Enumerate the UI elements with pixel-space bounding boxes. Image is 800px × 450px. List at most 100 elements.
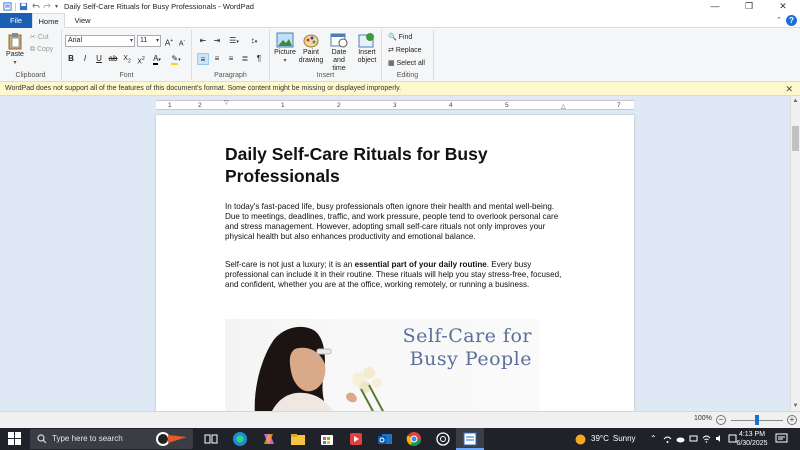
- insert-object-label-1: Insert: [358, 49, 376, 56]
- save-icon[interactable]: [19, 2, 28, 11]
- decrease-indent-button[interactable]: ⇤: [197, 35, 209, 47]
- image-title-line: Busy People: [409, 348, 532, 370]
- select-all-button[interactable]: ▦ Select all: [388, 59, 425, 67]
- system-clock[interactable]: 4:13 PM 6/30/2025: [733, 430, 771, 448]
- document-heading[interactable]: Daily Self-Care Rituals for Busy Profess…: [225, 143, 525, 187]
- superscript-button[interactable]: X2: [135, 53, 147, 65]
- notifications-icon[interactable]: [775, 432, 788, 445]
- document-area[interactable]: Daily Self-Care Rituals for Busy Profess…: [0, 112, 790, 411]
- help-icon[interactable]: ?: [786, 15, 797, 26]
- ruler[interactable]: 1 2 ▽ 1 2 3 4 5 △ 7: [156, 100, 634, 110]
- align-left-button[interactable]: ≡: [197, 53, 209, 65]
- image-title-line: Self-Care for: [402, 325, 532, 347]
- paragraph-settings-button[interactable]: ¶: [253, 53, 265, 65]
- tab-view[interactable]: View: [65, 13, 100, 28]
- minimize-button[interactable]: —: [698, 0, 732, 13]
- font-size-select[interactable]: 11 ▾: [137, 35, 161, 47]
- paste-button[interactable]: Paste ▾: [4, 32, 26, 67]
- font-family-select[interactable]: Arial ▾: [65, 35, 135, 47]
- close-warning-icon[interactable]: ✕: [785, 82, 793, 96]
- scroll-thumb[interactable]: [792, 126, 799, 151]
- task-view-icon[interactable]: [203, 431, 219, 447]
- wordpad-taskbar-icon: [463, 432, 477, 446]
- redo-icon[interactable]: [43, 2, 52, 11]
- shrink-font-button[interactable]: A-: [176, 35, 188, 47]
- strikethrough-button[interactable]: ab: [107, 53, 119, 65]
- paint-drawing-button[interactable]: Paint drawing: [298, 32, 324, 65]
- volume-icon[interactable]: [715, 433, 724, 444]
- font-size-dropdown-icon: ▾: [155, 38, 159, 44]
- subscript-button[interactable]: X2: [121, 53, 133, 65]
- chrome-icon[interactable]: [406, 431, 422, 447]
- outlook-icon[interactable]: [377, 431, 393, 447]
- line-spacing-button[interactable]: ↕▾: [246, 35, 262, 47]
- paragraph-group-label: Paragraph: [214, 72, 247, 79]
- wifi-icon[interactable]: [702, 433, 711, 444]
- select-all-icon: ▦: [388, 60, 395, 67]
- picture-button[interactable]: Picture ▾: [273, 32, 297, 65]
- paste-label: Paste: [6, 51, 24, 58]
- battery-icon[interactable]: [689, 433, 698, 444]
- customize-qat-icon[interactable]: ▾: [55, 3, 58, 10]
- bullets-button[interactable]: ☰▾: [226, 35, 242, 47]
- tab-file[interactable]: File: [0, 13, 32, 28]
- paste-icon: [8, 33, 22, 50]
- justify-button[interactable]: ≣: [239, 53, 251, 65]
- close-button[interactable]: ✕: [766, 0, 800, 13]
- microsoft-store-icon[interactable]: [319, 431, 335, 447]
- grow-font-button[interactable]: A+: [163, 35, 175, 48]
- find-button[interactable]: 🔍 Find: [388, 33, 412, 41]
- minimize-ribbon-icon[interactable]: ⌃: [776, 16, 782, 24]
- tab-home[interactable]: Home: [32, 13, 65, 28]
- document-page[interactable]: Daily Self-Care Rituals for Busy Profess…: [156, 115, 634, 411]
- taskbar-search-box[interactable]: Type here to search: [30, 429, 193, 449]
- underline-button[interactable]: U: [93, 53, 105, 65]
- binoculars-icon: 🔍: [388, 34, 397, 41]
- text-color-button[interactable]: A▾: [151, 53, 163, 65]
- zoom-slider-thumb[interactable]: [755, 415, 759, 425]
- align-center-button[interactable]: ≡: [211, 53, 223, 65]
- wordpad-taskbar-button[interactable]: [456, 428, 484, 450]
- scroll-down-icon[interactable]: ▼: [791, 403, 800, 409]
- zoom-in-button[interactable]: +: [787, 415, 797, 425]
- highlight-color-button[interactable]: ✎▾: [170, 53, 182, 65]
- insert-group-label: Insert: [316, 72, 335, 79]
- self-care-image[interactable]: Self-Care for Busy People: [225, 319, 540, 411]
- clipboard-group: Paste ▾ ✂ Cut ⧉ Copy Clipboard: [0, 30, 62, 80]
- copilot-icon[interactable]: [261, 431, 277, 447]
- document-paragraph[interactable]: In today's fast-paced life, busy profess…: [225, 202, 570, 242]
- zoom-level: 100%: [694, 415, 712, 422]
- replace-button[interactable]: ⇄ Replace: [388, 46, 422, 54]
- windows-start-icon[interactable]: [8, 432, 21, 445]
- increase-indent-button[interactable]: ⇥: [211, 35, 223, 47]
- undo-icon[interactable]: [31, 2, 40, 11]
- ruler-number: 4: [449, 102, 453, 109]
- bold-button[interactable]: B: [65, 53, 77, 65]
- copy-button[interactable]: ⧉ Copy: [30, 46, 53, 54]
- scroll-up-icon[interactable]: ▲: [791, 98, 800, 104]
- italic-button[interactable]: I: [79, 53, 91, 65]
- file-explorer-icon[interactable]: [290, 431, 306, 447]
- right-indent-marker[interactable]: △: [561, 103, 566, 110]
- document-paragraph[interactable]: Self-care is not just a luxury; it is an…: [225, 260, 570, 290]
- sun-icon: [575, 434, 586, 444]
- insert-object-button[interactable]: Insert object: [354, 32, 380, 65]
- first-line-indent-marker[interactable]: ▽: [224, 99, 229, 106]
- chatgpt-icon[interactable]: [435, 431, 451, 447]
- vertical-scrollbar[interactable]: ▲ ▼: [790, 96, 800, 411]
- align-right-button[interactable]: ≡: [225, 53, 237, 65]
- zoom-out-button[interactable]: −: [716, 415, 726, 425]
- font-family-dropdown-icon: ▾: [129, 38, 133, 44]
- cloud-icon[interactable]: [676, 433, 685, 444]
- edge-browser-icon[interactable]: [232, 431, 248, 447]
- media-app-icon[interactable]: [348, 431, 364, 447]
- font-family-value: Arial: [68, 37, 83, 44]
- weather-condition: Sunny: [612, 434, 636, 443]
- weather-widget[interactable]: 39°C Sunny: [574, 431, 636, 447]
- show-hidden-icons[interactable]: ⌃: [650, 433, 659, 444]
- cut-button[interactable]: ✂ Cut: [30, 33, 49, 41]
- quick-access-toolbar: ▾: [0, 2, 58, 11]
- network-icon[interactable]: [663, 433, 672, 444]
- date-time-button[interactable]: Date and time: [325, 32, 353, 73]
- restore-button[interactable]: ❐: [732, 0, 766, 13]
